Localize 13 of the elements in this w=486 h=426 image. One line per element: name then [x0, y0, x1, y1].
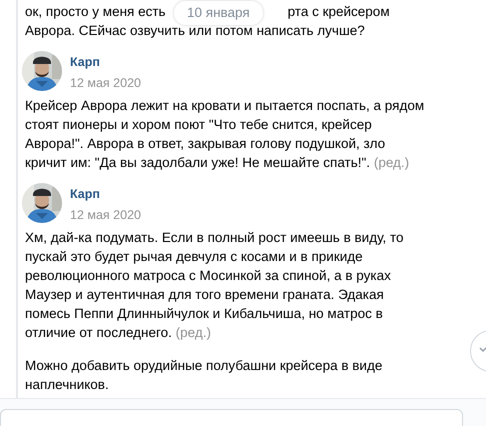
edited-link[interactable]: (ред.) — [374, 155, 410, 170]
message-text: рта с крейсером — [288, 3, 390, 21]
chevron-down-icon — [479, 347, 486, 353]
message-date: 12 мая 2020 — [70, 207, 141, 223]
message-text: Аврора. СЕйчас озвучить или потом написать лучше? — [25, 22, 365, 40]
message-date: 12 мая 2020 — [70, 75, 141, 91]
edited-link[interactable]: (ред.) — [176, 325, 211, 340]
message-text: Крейсер Аврора лежит на кровати и пытается поспать, а рядом стоят пионеры и хором поют "Что тебе снится, крейсер Аврора!". Аврора в ответ, закрывая голову подушкой, зло кричит им: "Да вы задолбали уже! Не мешайте спать!". (ред.) — [25, 97, 426, 172]
message-text: ок, просто у меня есть — [25, 3, 166, 21]
message-text: Можно добавить орудийные полубашни крейсера в виде наплечников. — [25, 357, 384, 394]
author-name: Карп — [70, 186, 100, 202]
message-text: Хм, дай-ка подумать. Если в полный рост имеешь в виду, то пускай это будет рычая девчуля с косами и в прикиде революционного матроса с Мосинкой за спиной, а в руках Маузер и аутентичная для того времени граната. Эдакая помесь Пеппи Длинныйчулок и Кибальчиша, но матрос в отличие от последнего. (ред.) — [25, 229, 405, 342]
author-name: Карп — [70, 54, 100, 70]
